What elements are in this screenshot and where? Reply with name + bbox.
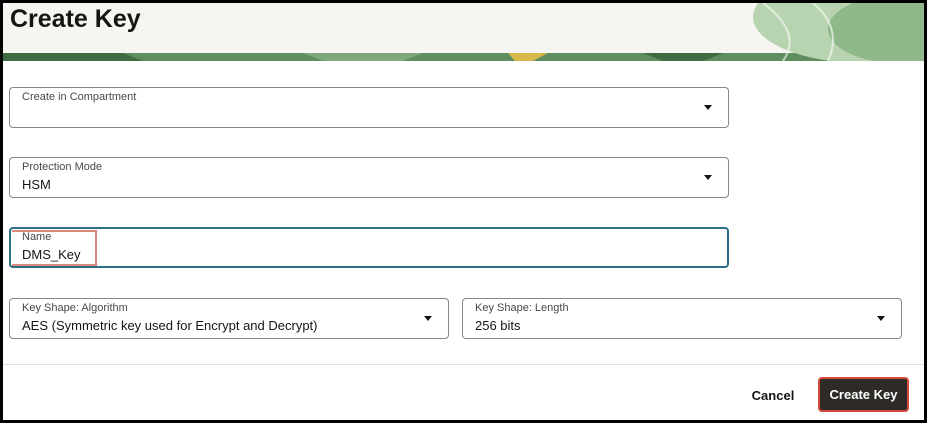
- create-key-dialog: Create Key Create in Compartment Protect…: [3, 3, 924, 420]
- chevron-down-icon[interactable]: [704, 105, 712, 110]
- algorithm-label: Key Shape: Algorithm: [22, 302, 128, 314]
- protection-mode-label: Protection Mode: [22, 161, 103, 173]
- algorithm-select[interactable]: Key Shape: Algorithm AES (Symmetric key …: [9, 298, 449, 339]
- length-select[interactable]: Key Shape: Length 256 bits: [462, 298, 902, 339]
- cancel-button[interactable]: Cancel: [742, 381, 804, 409]
- compartment-select[interactable]: Create in Compartment: [9, 87, 729, 128]
- name-label: Name: [22, 231, 52, 243]
- chevron-down-icon[interactable]: [704, 175, 712, 180]
- dialog-header: Create Key: [3, 3, 924, 61]
- name-value[interactable]: DMS_Key: [22, 247, 81, 263]
- protection-mode-value: HSM: [22, 177, 51, 192]
- length-value: 256 bits: [475, 318, 521, 333]
- footer-divider: [3, 364, 924, 365]
- chevron-down-icon[interactable]: [424, 316, 432, 321]
- compartment-label: Create in Compartment: [22, 91, 137, 103]
- page-title: Create Key: [10, 5, 141, 33]
- header-decoration: [3, 3, 924, 61]
- algorithm-value: AES (Symmetric key used for Encrypt and …: [22, 318, 318, 333]
- protection-mode-select[interactable]: Protection Mode HSM: [9, 157, 729, 198]
- create-key-button[interactable]: Create Key: [818, 377, 909, 412]
- name-input[interactable]: Name DMS_Key: [9, 227, 729, 268]
- chevron-down-icon[interactable]: [877, 316, 885, 321]
- length-label: Key Shape: Length: [475, 302, 569, 314]
